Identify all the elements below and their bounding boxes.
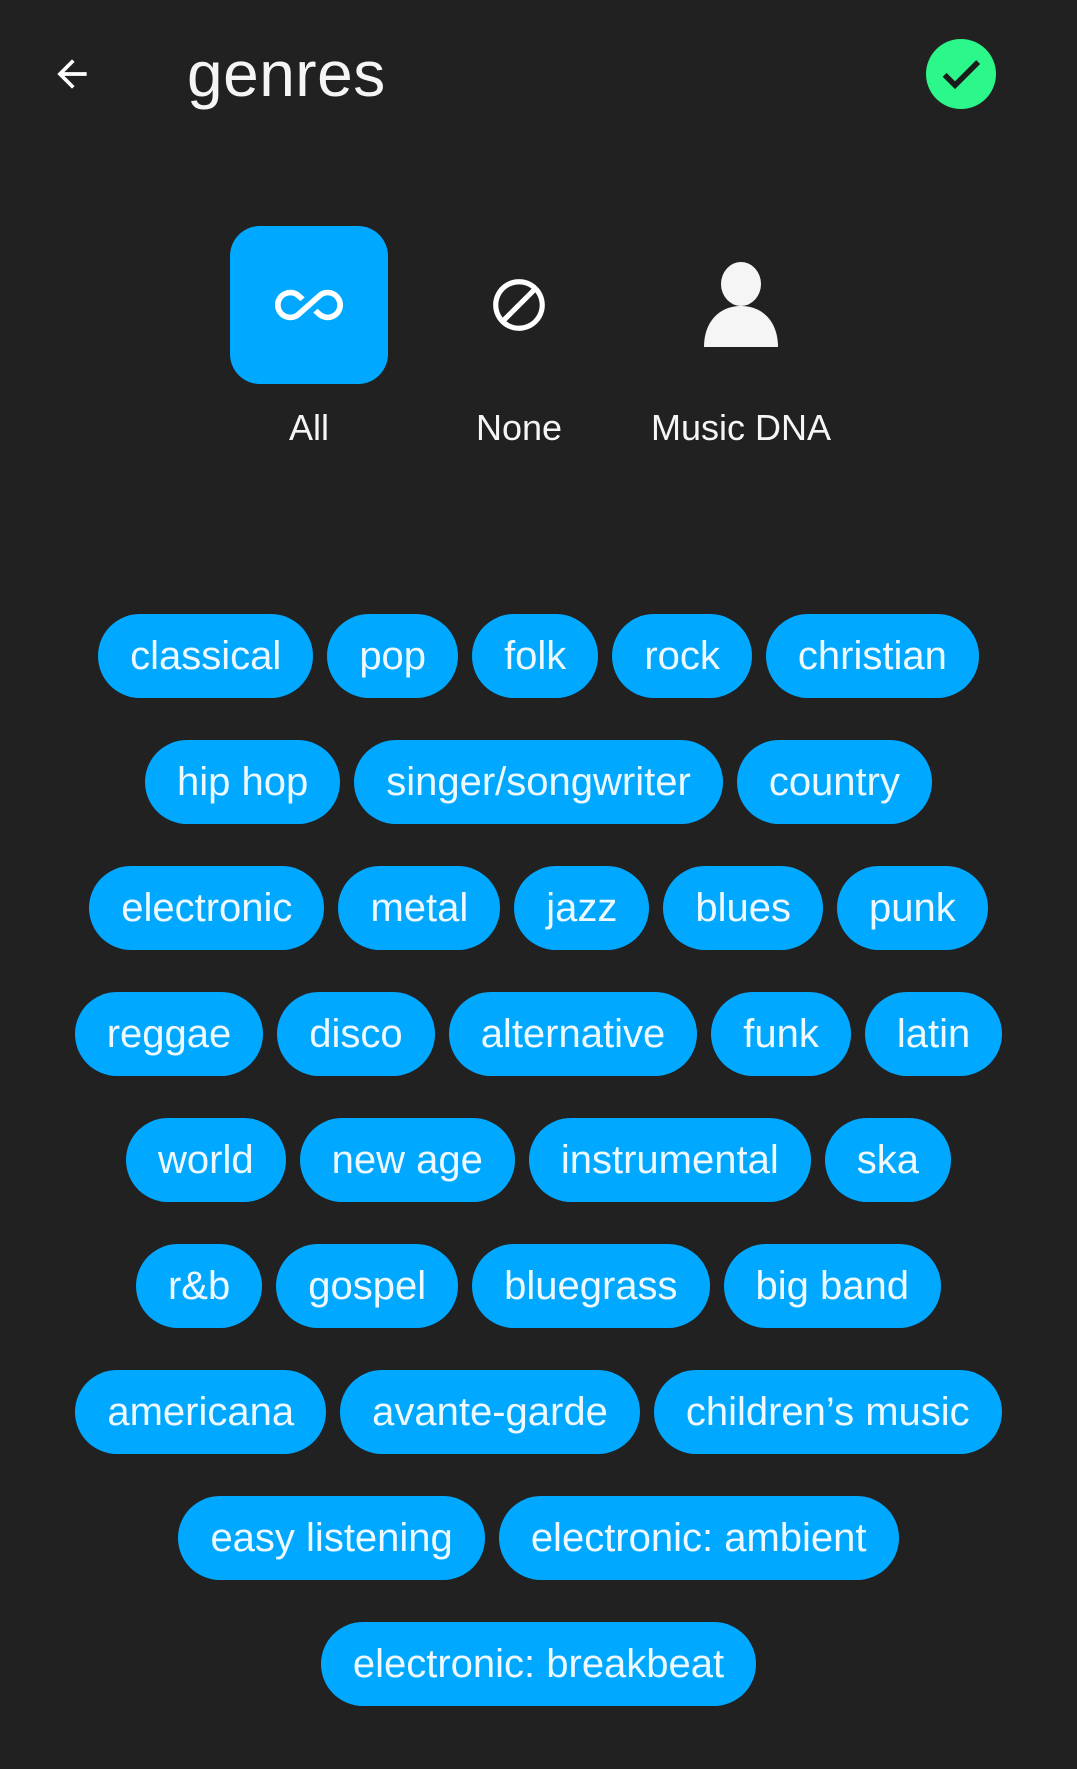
genre-chip[interactable]: bluegrass [472, 1244, 710, 1328]
genre-chip[interactable]: disco [277, 992, 435, 1076]
arrow-left-icon [57, 59, 87, 89]
genre-chip[interactable]: gospel [276, 1244, 459, 1328]
genre-chip-row: electronic: breakbeat [40, 1622, 1037, 1706]
mode-all-icon-box [230, 226, 388, 384]
genre-chip-row: americana avante-garde children’s music [40, 1370, 1037, 1454]
genre-chip-row: classical pop folk rock christian [40, 614, 1037, 698]
genre-chip[interactable]: classical [98, 614, 314, 698]
infinity-icon [275, 289, 343, 321]
mode-music-dna-icon-box [662, 226, 820, 384]
genre-chip[interactable]: electronic [89, 866, 325, 950]
genre-chip[interactable]: folk [472, 614, 599, 698]
mode-none-button[interactable]: None [409, 226, 629, 450]
genre-chip[interactable]: rock [612, 614, 752, 698]
genre-chip[interactable]: christian [765, 614, 979, 698]
genre-chip[interactable]: punk [837, 866, 988, 950]
genre-chip[interactable]: blues [663, 866, 824, 950]
genre-chip[interactable]: alternative [448, 992, 698, 1076]
mode-music-dna-button[interactable]: Music DNA [631, 226, 851, 450]
person-icon [704, 262, 778, 347]
app-header: genres [0, 0, 1077, 150]
genre-chip-row: electronic metal jazz blues punk [40, 866, 1037, 950]
genre-chip[interactable]: avante-garde [340, 1370, 640, 1454]
genre-chip[interactable]: latin [864, 992, 1003, 1076]
mode-none-label: None [475, 407, 563, 448]
genre-chip[interactable]: metal [338, 866, 501, 950]
genre-chip[interactable]: world [126, 1118, 286, 1202]
genre-chip[interactable]: americana [75, 1370, 327, 1454]
mode-none-icon-box [440, 226, 598, 384]
genre-chip[interactable]: electronic: breakbeat [320, 1622, 757, 1706]
genre-chip[interactable]: ska [824, 1118, 951, 1202]
genre-chip[interactable]: hip hop [145, 740, 341, 824]
mode-music-dna-label: Music DNA [650, 407, 832, 448]
genre-chip-row: hip hop singer/songwriter country [40, 740, 1037, 824]
genre-chip-row: world new age instrumental ska [40, 1118, 1037, 1202]
genre-chip-list: classical pop folk rock christian hip hop sing… [40, 614, 1037, 1706]
genre-chip[interactable]: new age [299, 1118, 515, 1202]
genre-chip[interactable]: country [736, 740, 932, 824]
genre-chip[interactable]: reggae [74, 992, 264, 1076]
mode-all-label: All [288, 407, 329, 448]
genre-chip-row: reggae disco alternative funk latin [40, 992, 1037, 1076]
genre-chip[interactable]: singer/songwriter [354, 740, 723, 824]
block-icon [493, 279, 545, 331]
genre-chip-row: easy listening electronic: ambient [40, 1496, 1037, 1580]
genre-chip-row: r&b gospel bluegrass big band [40, 1244, 1037, 1328]
check-icon [942, 60, 981, 90]
genre-chip[interactable]: electronic: ambient [498, 1496, 899, 1580]
genre-chip[interactable]: instrumental [528, 1118, 811, 1202]
genre-chip[interactable]: pop [327, 614, 459, 698]
genre-chip[interactable]: jazz [514, 866, 650, 950]
back-button[interactable] [44, 46, 100, 102]
genre-chip[interactable]: r&b [135, 1244, 263, 1328]
genre-chip[interactable]: big band [723, 1244, 942, 1328]
mode-all-button[interactable]: All [199, 226, 419, 450]
genre-chip[interactable]: funk [711, 992, 851, 1076]
genre-chip[interactable]: easy listening [178, 1496, 485, 1580]
selection-mode-group: All None Music DNA [0, 226, 1077, 456]
page-title: genres [187, 38, 386, 110]
confirm-button[interactable] [926, 39, 996, 109]
genre-chip[interactable]: children’s music [653, 1370, 1002, 1454]
